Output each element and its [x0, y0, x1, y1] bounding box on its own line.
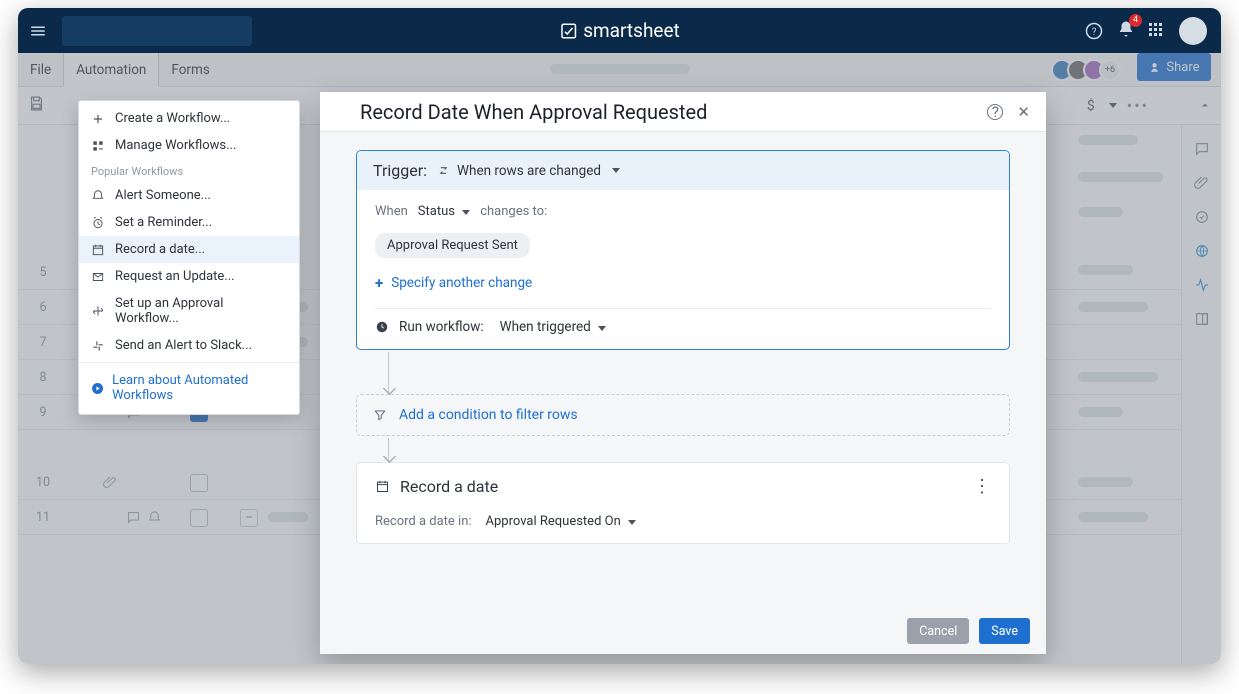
menu-alert-someone[interactable]: Alert Someone... — [79, 182, 299, 209]
action-block: Record a date ⋮ Record a date in: Approv… — [356, 462, 1010, 544]
apps-icon[interactable] — [1149, 23, 1165, 39]
run-label: Run workflow: — [399, 319, 484, 335]
modal-footer: Cancel Save — [320, 608, 1046, 654]
user-avatar[interactable] — [1179, 17, 1207, 45]
save-button[interactable]: Save — [979, 618, 1030, 644]
value-chip[interactable]: Approval Request Sent — [375, 233, 530, 258]
menu-create-workflow[interactable]: Create a Workflow... — [79, 105, 299, 132]
menu-request-update[interactable]: Request an Update... — [79, 263, 299, 290]
add-condition-label: Add a condition to filter rows — [399, 407, 578, 423]
modal-header: Record Date When Approval Requested ? ✕ — [320, 92, 1046, 132]
menu-slack-alert[interactable]: Send an Alert to Slack... — [79, 332, 299, 359]
menu-set-reminder[interactable]: Set a Reminder... — [79, 209, 299, 236]
when-label: When — [375, 204, 408, 219]
menu-approval-workflow[interactable]: Set up an Approval Workflow... — [79, 290, 299, 332]
menu-manage-workflows[interactable]: Manage Workflows... — [79, 132, 299, 159]
flow-connector — [388, 352, 389, 392]
menu-section-header: Popular Workflows — [79, 159, 299, 182]
add-condition-block[interactable]: Add a condition to filter rows — [356, 394, 1010, 436]
chevron-down-icon — [628, 520, 636, 525]
trigger-type-select[interactable]: When rows are changed — [437, 163, 620, 179]
plus-icon: + — [375, 274, 383, 292]
add-change-label: Specify another change — [391, 275, 532, 291]
brand-logo: smartsheet — [559, 19, 680, 42]
record-in-select[interactable]: Approval Requested On — [486, 514, 636, 529]
clock-icon — [375, 320, 389, 334]
changes-to-label: changes to: — [480, 204, 547, 219]
help-icon[interactable]: ? — [987, 104, 1003, 120]
run-value-select[interactable]: When triggered — [500, 319, 607, 335]
more-icon[interactable]: ⋮ — [973, 482, 991, 491]
menu-record-date[interactable]: Record a date... — [79, 236, 299, 263]
workflow-modal: Record Date When Approval Requested ? ✕ … — [320, 92, 1046, 654]
trigger-type-value: When rows are changed — [457, 163, 601, 179]
cancel-button[interactable]: Cancel — [907, 618, 969, 644]
modal-title: Record Date When Approval Requested — [360, 100, 707, 124]
automation-menu: Create a Workflow... Manage Workflows...… — [78, 100, 300, 415]
notifications-icon[interactable]: 4 — [1117, 20, 1135, 42]
help-icon[interactable]: ? — [1085, 22, 1103, 40]
svg-text:?: ? — [1092, 26, 1097, 37]
chevron-down-icon — [598, 326, 606, 331]
add-change-link[interactable]: + Specify another change — [375, 274, 991, 292]
top-navbar: smartsheet ? 4 — [18, 8, 1221, 53]
chevron-down-icon — [462, 210, 470, 215]
search-input[interactable] — [62, 16, 252, 46]
record-in-label: Record a date in: — [375, 514, 472, 529]
close-icon[interactable]: ✕ — [1017, 103, 1030, 121]
menu-learn-link[interactable]: Learn about Automated Workflows — [79, 366, 299, 410]
chevron-down-icon — [612, 168, 620, 173]
action-title: Record a date — [400, 477, 498, 496]
flow-connector — [388, 438, 389, 460]
menu-icon[interactable] — [18, 22, 58, 40]
notification-badge: 4 — [1129, 14, 1142, 27]
calendar-icon — [375, 479, 390, 494]
brand-name: smartsheet — [583, 19, 680, 42]
field-select[interactable]: Status — [418, 204, 470, 219]
trigger-label: Trigger: — [373, 161, 427, 180]
trigger-block: Trigger: When rows are changed When Stat… — [356, 150, 1010, 350]
filter-icon — [373, 408, 387, 422]
